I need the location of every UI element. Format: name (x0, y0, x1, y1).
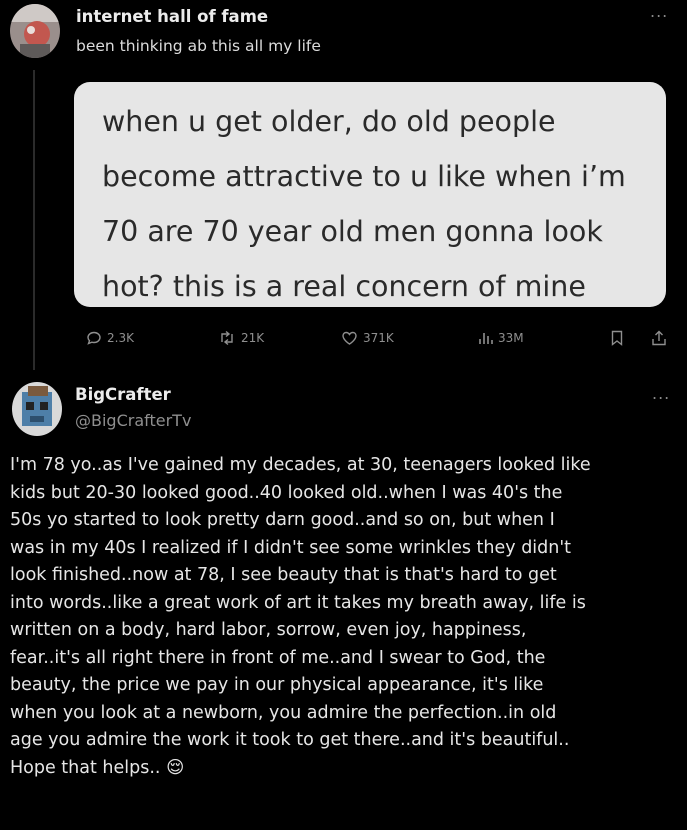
reply-line: I'm 78 yo..as I've gained my decades, at… (10, 455, 591, 475)
reply-line: age you admire the work it took to get t… (10, 730, 570, 750)
repost-icon (218, 330, 236, 346)
views-action[interactable]: 33M (477, 330, 524, 346)
thread-line (33, 70, 35, 370)
repost-count: 21K (241, 331, 265, 345)
reply-avatar[interactable] (12, 382, 62, 436)
views-icon (477, 330, 493, 346)
account-name[interactable]: internet hall of fame (76, 7, 268, 26)
reply-last-line: Hope that helps.. 😌 (10, 755, 682, 783)
reply-line: 50s yo started to look pretty darn good.… (10, 510, 555, 530)
post-caption: been thinking ab this all my life (76, 37, 321, 55)
heart-icon (341, 330, 358, 346)
reply-line: when you look at a newborn, you admire t… (10, 702, 557, 723)
reply-line: look finished..now at 78, I see beauty t… (10, 565, 557, 585)
relieved-face-emoji: 😌 (166, 757, 185, 778)
reply-line: was in my 40s I realized if I didn't see… (10, 537, 572, 558)
reply-line: beauty, the price we pay in our physical… (10, 675, 544, 695)
reply-action[interactable]: 2.3K (86, 330, 134, 346)
reply-more-options-icon[interactable]: ... (652, 384, 670, 403)
reply-handle[interactable]: @BigCrafterTv (75, 411, 191, 430)
like-action[interactable]: 371K (341, 330, 394, 346)
share-icon (651, 330, 667, 346)
bubble-line: become attractive to u like when i’m (102, 160, 626, 193)
bookmark-icon (610, 330, 624, 346)
reply-line: fear..it's all right there in front of m… (10, 647, 546, 668)
views-count: 33M (498, 331, 524, 345)
quoted-text-bubble: when u get older, do old people become a… (74, 82, 666, 307)
reply-line: kids but 20-30 looked good..40 looked ol… (10, 482, 563, 503)
more-options-icon[interactable]: ... (650, 2, 668, 21)
bookmark-action[interactable] (610, 330, 624, 346)
reply-display-name[interactable]: BigCrafter (75, 385, 171, 404)
repost-action[interactable]: 21K (218, 330, 264, 346)
reply-line: Hope that helps.. (10, 757, 161, 778)
bubble-line: 70 are 70 year old men gonna look (102, 215, 603, 248)
like-count: 371K (363, 331, 394, 345)
reply-line: written on a body, hard labor, sorrow, e… (10, 620, 527, 640)
bubble-line: when u get older, do old people (102, 105, 556, 138)
share-action[interactable] (651, 330, 667, 346)
reply-line: into words..like a great work of art it … (10, 592, 586, 613)
avatar[interactable] (10, 4, 60, 58)
reply-body: I'm 78 yo..as I've gained my decades, at… (10, 452, 682, 782)
reply-count: 2.3K (107, 331, 134, 345)
bubble-line: hot? this is a real concern of mine (102, 270, 586, 303)
reply-icon (86, 330, 102, 346)
